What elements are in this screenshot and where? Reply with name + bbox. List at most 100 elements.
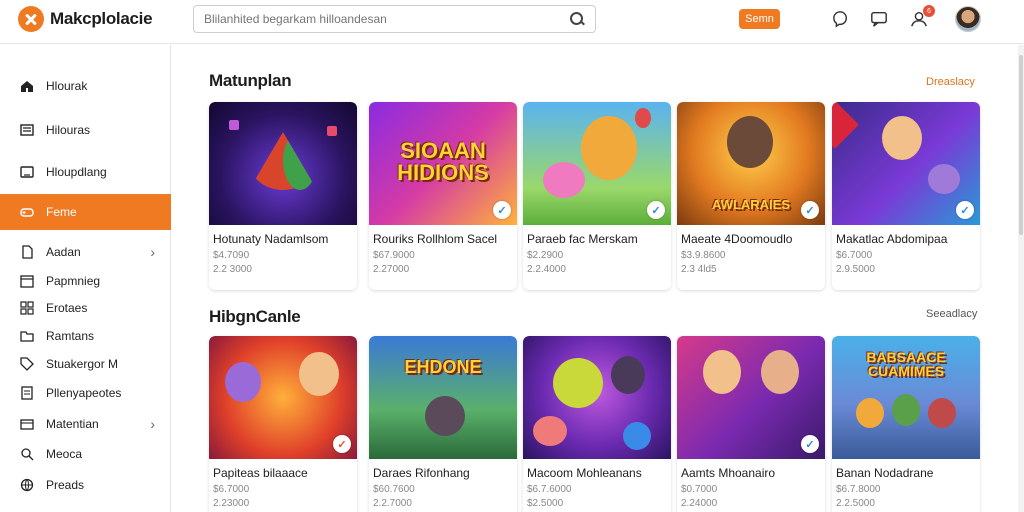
game-downloads: 2.2.5000 — [836, 498, 875, 509]
help-icon[interactable] — [830, 9, 850, 29]
doc-icon — [20, 245, 34, 259]
signin-button[interactable]: Semn — [739, 9, 780, 29]
verified-check-icon: ✓ — [333, 435, 351, 453]
badge-icon — [20, 386, 34, 400]
verified-check-icon: ✓ — [647, 201, 665, 219]
game-title: Aamts Mhoanairo — [681, 466, 776, 480]
game-title: Makatlac Abdomipaa — [836, 232, 948, 246]
game-downloads: 2.2.4000 — [527, 264, 566, 275]
grid-icon — [20, 301, 34, 315]
game-title: Macoom Mohleanans — [527, 466, 642, 480]
sidebar-item-label: Pllenyapeotes — [46, 386, 122, 400]
game-card[interactable]: EHDONE Daraes Rifonhang $60.7600 2.2.700… — [369, 336, 517, 512]
game-card[interactable]: Hotunaty Nadamlsom $4.7090 2.2 3000 — [209, 102, 357, 290]
tag-icon — [20, 357, 34, 371]
logo-icon — [18, 6, 44, 32]
game-downloads: 2.2.7000 — [373, 498, 412, 509]
game-card[interactable]: ✓ Paraeb fac Merskam $2.2900 2.2.4000 — [523, 102, 671, 290]
see-all-link[interactable]: Dreaslacy — [926, 76, 975, 88]
user-icon[interactable]: 6 — [909, 5, 935, 29]
game-title: Banan Nodadrane — [836, 466, 934, 480]
sidebar-item-games[interactable]: Feme — [0, 194, 171, 230]
game-price: $6.7.8000 — [836, 484, 881, 495]
game-downloads: 2.3 4ld5 — [681, 264, 717, 275]
game-thumbnail: AWLARAIES ✓ — [677, 102, 825, 225]
pin-icon — [20, 447, 34, 461]
game-art-title: EHDONE — [404, 357, 482, 377]
sidebar-item-label: Ramtans — [46, 329, 95, 343]
chat-icon[interactable] — [869, 9, 889, 29]
app-logo[interactable]: Makcplolacie — [18, 6, 153, 32]
game-title: Paraeb fac Merskam — [527, 232, 638, 246]
game-price: $6.7000 — [213, 484, 250, 495]
sidebar-item-list[interactable]: Hilouras — [0, 112, 171, 148]
verified-check-icon: ✓ — [801, 435, 819, 453]
game-price: $67.9000 — [373, 250, 415, 261]
game-art-title: SIOAAN HIDIONS — [397, 138, 489, 185]
game-card[interactable]: SIOAAN HIDIONS ✓ Rouriks Rollhlom Sacel … — [369, 102, 517, 290]
game-title: Rouriks Rollhlom Sacel — [373, 232, 498, 246]
game-thumbnail — [523, 336, 671, 459]
sidebar-item-label: Erotaes — [46, 301, 88, 315]
search-icon[interactable] — [569, 11, 585, 27]
search-input[interactable] — [204, 12, 569, 26]
game-price: $60.7600 — [373, 484, 415, 495]
game-thumbnail: SIOAAN HIDIONS ✓ — [369, 102, 517, 225]
game-title: Daraes Rifonhang — [373, 466, 470, 480]
game-card[interactable]: AWLARAIES ✓ Maeate 4Doomoudlo $3.9.8600 … — [677, 102, 825, 290]
game-downloads: 2.23000 — [213, 498, 250, 509]
calendar-icon — [20, 274, 34, 288]
game-card[interactable]: ✓ Makatlac Abdomipaa $6.7000 2.9.5000 — [832, 102, 980, 290]
section-title: HibgnCanle — [209, 307, 301, 326]
logo-text: Makcplolacie — [50, 9, 153, 28]
game-price: $3.9.8600 — [681, 250, 726, 261]
sidebar-item-tablet[interactable]: Hloupdlang — [0, 154, 171, 190]
game-card[interactable]: ✓ Aamts Mhoanairo $0.7000 2.24000 — [677, 336, 825, 512]
game-thumbnail: EHDONE — [369, 336, 517, 459]
sidebar-item-home[interactable]: Hlourak — [0, 68, 171, 104]
game-title: Maeate 4Doomoudlo — [681, 232, 793, 246]
verified-check-icon: ✓ — [956, 201, 974, 219]
scrollbar[interactable] — [1018, 45, 1024, 512]
game-downloads: 2.9.5000 — [836, 264, 875, 275]
game-card[interactable]: BABSAACE CUAMIMES Banan Nodadrane $6.7.8… — [832, 336, 980, 512]
sidebar-item-globe[interactable]: Preads — [0, 467, 171, 503]
search-bar — [193, 5, 596, 33]
scrollbar-thumb[interactable] — [1019, 55, 1023, 235]
sidebar: Hlourak Hilouras Hloupdlang Feme Aadan ›… — [0, 45, 171, 512]
verified-check-icon: ✓ — [493, 201, 511, 219]
avatar[interactable] — [955, 6, 981, 32]
notification-badge: 6 — [923, 5, 935, 17]
game-card[interactable]: ✓ Papiteas bilaaace $6.7000 2.23000 — [209, 336, 357, 512]
game-thumbnail: BABSAACE CUAMIMES — [832, 336, 980, 459]
game-downloads: 2.27000 — [373, 264, 410, 275]
sidebar-item-label: Aadan — [46, 245, 81, 259]
sidebar-item-label: Meoca — [46, 447, 83, 461]
chevron-right-icon: › — [150, 244, 155, 260]
game-downloads: 2.24000 — [681, 498, 718, 509]
game-downloads: $2.5000 — [527, 498, 564, 509]
game-price: $0.7000 — [681, 484, 718, 495]
box-icon — [20, 417, 34, 431]
game-title: Hotunaty Nadamlsom — [213, 232, 329, 246]
sidebar-item-label: Hloupdlang — [46, 165, 107, 179]
sidebar-item-label: Preads — [46, 478, 85, 492]
game-card[interactable]: Macoom Mohleanans $6.7.6000 $2.5000 — [523, 336, 671, 512]
sidebar-item-label: Hilouras — [46, 123, 91, 137]
sidebar-item-label: Papmnieg — [46, 274, 101, 288]
gamepad-icon — [20, 205, 34, 219]
home-icon — [20, 79, 34, 93]
sidebar-item-label: Stuakergor M — [46, 357, 119, 371]
sidebar-item-label: Matentian — [46, 417, 99, 431]
see-all-link[interactable]: Seeadlacy — [926, 308, 977, 320]
game-thumbnail: ✓ — [832, 102, 980, 225]
game-thumbnail: ✓ — [677, 336, 825, 459]
game-price: $6.7000 — [836, 250, 873, 261]
section-title: Matunplan — [209, 71, 292, 90]
sidebar-item-label: Feme — [46, 205, 77, 219]
main-content: Matunplan Dreaslacy Hotunaty Nadamlsom $… — [172, 45, 1018, 512]
list-icon — [20, 123, 34, 137]
top-bar: Makcplolacie Semn 6 — [0, 0, 1024, 44]
game-thumbnail — [209, 102, 357, 225]
game-thumbnail: ✓ — [209, 336, 357, 459]
